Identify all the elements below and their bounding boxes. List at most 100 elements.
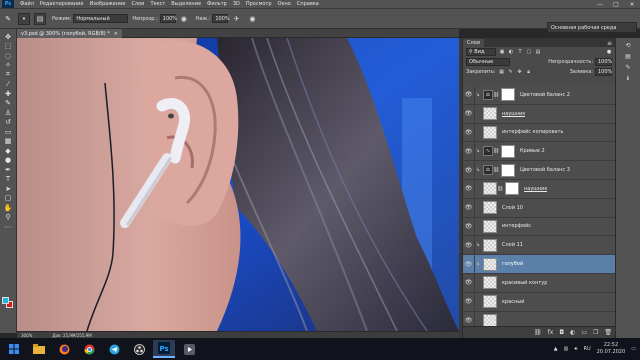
visibility-eye-icon[interactable]: 👁︎ [463,311,475,326]
new-group-icon[interactable]: ▭ [581,329,587,336]
language-indicator[interactable]: RU [583,346,590,352]
layer-row[interactable]: 👁︎ Слой 10 [463,198,616,218]
layer-thumbnail[interactable] [483,125,497,139]
layer-thumbnail[interactable] [483,276,497,290]
layer-row[interactable]: 👁︎ ↳ ∿ ⛓ Кривые 2 [463,142,616,162]
menu-image[interactable]: Изображение [86,1,128,7]
network-icon[interactable]: ▥ [564,346,569,352]
layer-row[interactable]: 👁︎ [463,311,616,326]
balance-icon[interactable]: ⚖ [483,89,493,100]
lock-all-icon[interactable]: 🔒︎ [526,69,532,75]
quick-select-tool-icon[interactable]: ✧ [3,61,14,71]
lock-transparency-icon[interactable]: ▦ [499,69,505,75]
brush-panel-toggle-icon[interactable]: ▤ [34,12,46,25]
layer-thumbnail[interactable] [483,107,497,121]
mode-select[interactable]: Нормальный [73,14,129,23]
visibility-eye-icon[interactable]: 👁︎ [463,292,475,311]
info-panel-icon[interactable]: ℹ [627,75,629,82]
healing-tool-icon[interactable]: ✚ [3,89,14,99]
filter-pixel-icon[interactable]: ▣ [499,49,505,55]
properties-panel-icon[interactable]: ▤ [625,53,631,60]
pressure-field[interactable]: 100% [212,14,230,23]
layer-name[interactable]: Цветовой баланс 2 [520,92,570,98]
mask-link-icon[interactable]: ⛓ [497,186,503,192]
history-panel-icon[interactable]: ⟲ [625,42,630,49]
new-adjustment-icon[interactable]: ◐ [570,329,575,336]
filter-smart-icon[interactable]: ▤ [535,49,541,55]
filter-kind-select[interactable]: ⚲ Вид [466,48,496,56]
visibility-eye-icon[interactable]: 👁︎ [463,104,475,123]
volume-icon[interactable]: 🔊︎ [574,346,577,352]
layers-list[interactable]: 👁︎ ↳ ⚖ ⛓ Цветовой баланс 2 👁︎ наушник 👁︎ интерфе… [463,86,616,326]
maximize-button[interactable]: □ [608,0,624,9]
menu-select[interactable]: Выделение [168,1,204,7]
layer-name[interactable]: Цветовой баланс 3 [520,167,570,173]
filter-toggle-icon[interactable]: ● [606,49,612,55]
mask-link-icon[interactable]: ⛓ [493,167,499,173]
link-layers-icon[interactable]: ⛓ [534,329,542,336]
visibility-eye-icon[interactable]: 👁︎ [463,198,475,217]
filter-type-icon[interactable]: T [517,49,523,55]
lock-pixels-icon[interactable]: ✎ [508,69,514,75]
layer-row[interactable]: 👁︎ красивый контур [463,273,616,293]
blend-mode-select[interactable]: Обычные [466,58,510,66]
image-canvas[interactable] [17,38,459,331]
layer-opacity-field[interactable]: 100% [595,58,612,66]
clone-stamp-tool-icon[interactable]: ♙ [3,108,14,118]
shape-tool-icon[interactable]: ▢ [3,194,14,204]
opacity-field[interactable]: 100% [159,14,177,23]
mask-link-icon[interactable]: ⛓ [493,148,499,154]
layer-name[interactable]: наушник [524,186,547,192]
lasso-tool-icon[interactable]: ◌ [3,51,14,61]
curves-icon[interactable]: ∿ [483,146,493,157]
lock-position-icon[interactable]: ✥ [517,69,523,75]
visibility-eye-icon[interactable]: 👁︎ [463,217,475,236]
layer-thumbnail[interactable] [483,182,497,196]
marquee-tool-icon[interactable]: ⬚ [3,42,14,52]
explorer-icon[interactable] [28,340,50,358]
layer-name[interactable]: Кривые 2 [520,148,545,154]
airbrush-icon[interactable]: ✈ [230,13,242,25]
firefox-icon[interactable] [53,340,75,358]
visibility-eye-icon[interactable]: 👁︎ [463,273,475,292]
layer-row[interactable]: 👁︎ интерфейс [463,217,616,237]
layer-name[interactable]: голубой [502,261,523,267]
hand-tool-icon[interactable]: ✋ [3,203,14,213]
layer-mask-thumbnail[interactable] [501,144,515,158]
more-tools-icon[interactable]: ⋯ [3,222,14,232]
layer-row[interactable]: 👁︎ интерфейс копировать [463,123,616,143]
close-tab-icon[interactable]: ✕ [114,31,118,37]
notification-icon[interactable]: ▭ [631,346,636,352]
move-tool-icon[interactable]: ✥ [3,32,14,42]
zoom-tool-icon[interactable]: ⚲ [3,213,14,223]
path-select-tool-icon[interactable]: ➤ [3,184,14,194]
layer-row[interactable]: 👁︎ ↳ ⚖ ⛓ Цветовой баланс 2 [463,86,616,105]
add-mask-icon[interactable]: ◘ [559,329,564,336]
size-pressure-icon[interactable]: ◉ [246,13,258,25]
layer-name[interactable]: интерфейс копировать [502,129,563,135]
eyedropper-tool-icon[interactable]: ⁄ [3,80,14,90]
chrome-icon[interactable] [78,340,100,358]
visibility-eye-icon[interactable]: 👁︎ [463,161,475,179]
menu-help[interactable]: Справка [294,1,322,7]
visibility-eye-icon[interactable]: 👁︎ [463,179,475,198]
layer-row[interactable]: 👁︎ ↳ ⚖ ⛓ Цветовой баланс 3 [463,161,616,180]
obs-icon[interactable] [128,340,150,358]
layer-row[interactable]: 👁︎ ⛓ наушник [463,179,616,199]
visibility-eye-icon[interactable]: 👁︎ [463,236,475,255]
menu-type[interactable]: Текст [147,1,168,7]
history-brush-tool-icon[interactable]: ↺ [3,118,14,128]
gradient-tool-icon[interactable]: ▦ [3,137,14,147]
brush-panel-icon[interactable]: ✎ [625,64,630,71]
panel-menu-icon[interactable]: ≡ [607,40,615,47]
layer-name[interactable]: наушник [502,111,525,117]
menu-filter[interactable]: Фильтр [204,1,230,7]
layer-thumbnail[interactable] [483,313,497,326]
layer-thumbnail[interactable] [483,201,497,215]
workspace-select[interactable]: Основная рабочая среда [547,22,637,33]
layers-tab[interactable]: Слои [463,39,484,47]
layer-name[interactable]: красивый контур [502,280,547,286]
menu-edit[interactable]: Редактирование [37,1,87,7]
layer-name[interactable]: красный [502,299,524,305]
document-info[interactable]: Док: 25,9M/255,9M [52,333,91,338]
